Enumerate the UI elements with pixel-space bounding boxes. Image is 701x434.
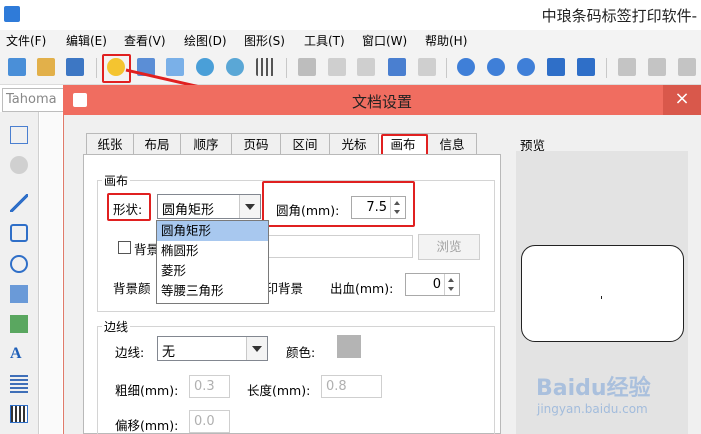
border-select-value: 无 — [162, 345, 176, 360]
menu-window[interactable]: 窗口(W) — [362, 32, 407, 49]
open-folder-icon[interactable] — [37, 58, 55, 76]
select-pointer-icon[interactable] — [10, 126, 28, 144]
new-document-icon[interactable] — [8, 58, 26, 76]
thickness-label: 粗细(mm): — [115, 383, 179, 398]
paste-icon[interactable] — [357, 58, 375, 76]
text-tool-icon[interactable]: A — [10, 345, 28, 363]
tab-info[interactable]: 信息 — [427, 133, 477, 155]
tab-order[interactable]: 顺序 — [180, 133, 232, 155]
rectangle-tool-icon[interactable] — [10, 224, 28, 242]
tab-range[interactable]: 区间 — [280, 133, 330, 155]
bleed-value: 0 — [432, 277, 441, 292]
close-icon[interactable]: × — [663, 85, 701, 115]
bleed-input[interactable]: 0 — [405, 273, 460, 296]
thickness-input[interactable]: 0.3 — [189, 375, 230, 398]
vertical-ruler — [40, 112, 62, 434]
chevron-down-icon[interactable] — [239, 195, 260, 218]
copy-icon[interactable] — [328, 58, 346, 76]
preview-center-mark — [601, 296, 602, 299]
redo-icon[interactable] — [418, 58, 436, 76]
app-title-bar: 中琅条码标签打印软件- — [0, 0, 701, 30]
menu-tools[interactable]: 工具(T) — [304, 32, 345, 49]
shape-dropdown-list: 圆角矩形 椭圆形 菱形 等腰三角形 — [156, 220, 269, 304]
shape-label-highlight — [107, 193, 151, 221]
preview-canvas-shape — [521, 245, 684, 342]
save-icon[interactable] — [66, 58, 84, 76]
watermark-url: jingyan.baidu.com — [537, 402, 648, 416]
undo-icon[interactable] — [388, 58, 406, 76]
actual-size-icon[interactable] — [577, 58, 595, 76]
menu-file[interactable]: 文件(F) — [6, 32, 46, 49]
shape-option-triangle[interactable]: 等腰三角形 — [157, 281, 268, 301]
fit-page-icon[interactable] — [547, 58, 565, 76]
border-label: 边线: — [115, 345, 145, 360]
chevron-down-icon[interactable] — [246, 337, 267, 360]
border-group-label: 边线 — [102, 318, 131, 335]
offset-input[interactable]: 0.0 — [189, 410, 230, 433]
app-logo-icon — [4, 6, 20, 22]
line-tool-icon[interactable] — [10, 194, 28, 212]
zoom-out-icon[interactable] — [487, 58, 505, 76]
font-selector[interactable]: Tahoma — [2, 88, 64, 112]
image-tool-icon[interactable] — [10, 285, 28, 303]
shape-option-rounded-rect[interactable]: 圆角矩形 — [157, 221, 268, 241]
offset-label: 偏移(mm): — [115, 418, 179, 433]
align-center-icon[interactable] — [648, 58, 666, 76]
background-color-label: 背景颜 — [113, 281, 151, 296]
picture-tool-icon[interactable] — [10, 315, 28, 333]
background-checkbox[interactable] — [118, 241, 131, 254]
color-label: 颜色: — [286, 345, 316, 360]
menu-draw[interactable]: 绘图(D) — [184, 32, 227, 49]
align-right-icon[interactable] — [678, 58, 696, 76]
ellipse-tool-icon[interactable] — [10, 255, 28, 273]
tab-layout[interactable]: 布局 — [133, 133, 181, 155]
app-title: 中琅条码标签打印软件- — [541, 7, 697, 25]
menu-help[interactable]: 帮助(H) — [425, 32, 467, 49]
tab-paper[interactable]: 纸张 — [86, 133, 134, 155]
rotate-icon[interactable] — [10, 156, 28, 174]
menu-bar: 文件(F) 编辑(E) 查看(V) 绘图(D) 图形(S) 工具(T) 窗口(W… — [0, 30, 701, 50]
shape-select-value: 圆角矩形 — [162, 203, 215, 218]
watermark-brand: Baidu经验 — [536, 376, 651, 401]
menu-view[interactable]: 查看(V) — [124, 32, 166, 49]
radius-highlight — [262, 181, 415, 227]
canvas-group-label: 画布 — [102, 172, 131, 189]
length-label: 长度(mm): — [247, 383, 311, 398]
zoom-in-icon[interactable] — [457, 58, 475, 76]
shape-option-ellipse[interactable]: 椭圆形 — [157, 241, 268, 261]
menu-edit[interactable]: 编辑(E) — [66, 32, 107, 49]
shape-select[interactable]: 圆角矩形 — [157, 194, 261, 219]
background-path-input[interactable] — [268, 235, 413, 258]
bleed-label: 出血(mm): — [330, 281, 394, 296]
barcode-tool-icon[interactable] — [10, 405, 28, 423]
dialog-title: 文档设置 — [351, 93, 412, 111]
browse-button[interactable]: 浏览 — [418, 234, 480, 260]
zoom-fit-icon[interactable] — [517, 58, 535, 76]
border-select[interactable]: 无 — [157, 336, 268, 361]
color-swatch[interactable] — [337, 335, 361, 358]
shape-option-diamond[interactable]: 菱形 — [157, 261, 268, 281]
menu-shape[interactable]: 图形(S) — [244, 32, 285, 49]
rich-text-tool-icon[interactable] — [10, 375, 28, 393]
tab-cursor[interactable]: 光标 — [329, 133, 379, 155]
left-toolbox: A — [0, 112, 39, 434]
cut-icon[interactable] — [298, 58, 316, 76]
tab-page-number[interactable]: 页码 — [231, 133, 281, 155]
length-input[interactable]: 0.8 — [321, 375, 382, 398]
align-left-icon[interactable] — [618, 58, 636, 76]
bleed-spinner[interactable] — [444, 274, 459, 295]
dialog-title-bar: 文档设置 × — [63, 85, 701, 115]
